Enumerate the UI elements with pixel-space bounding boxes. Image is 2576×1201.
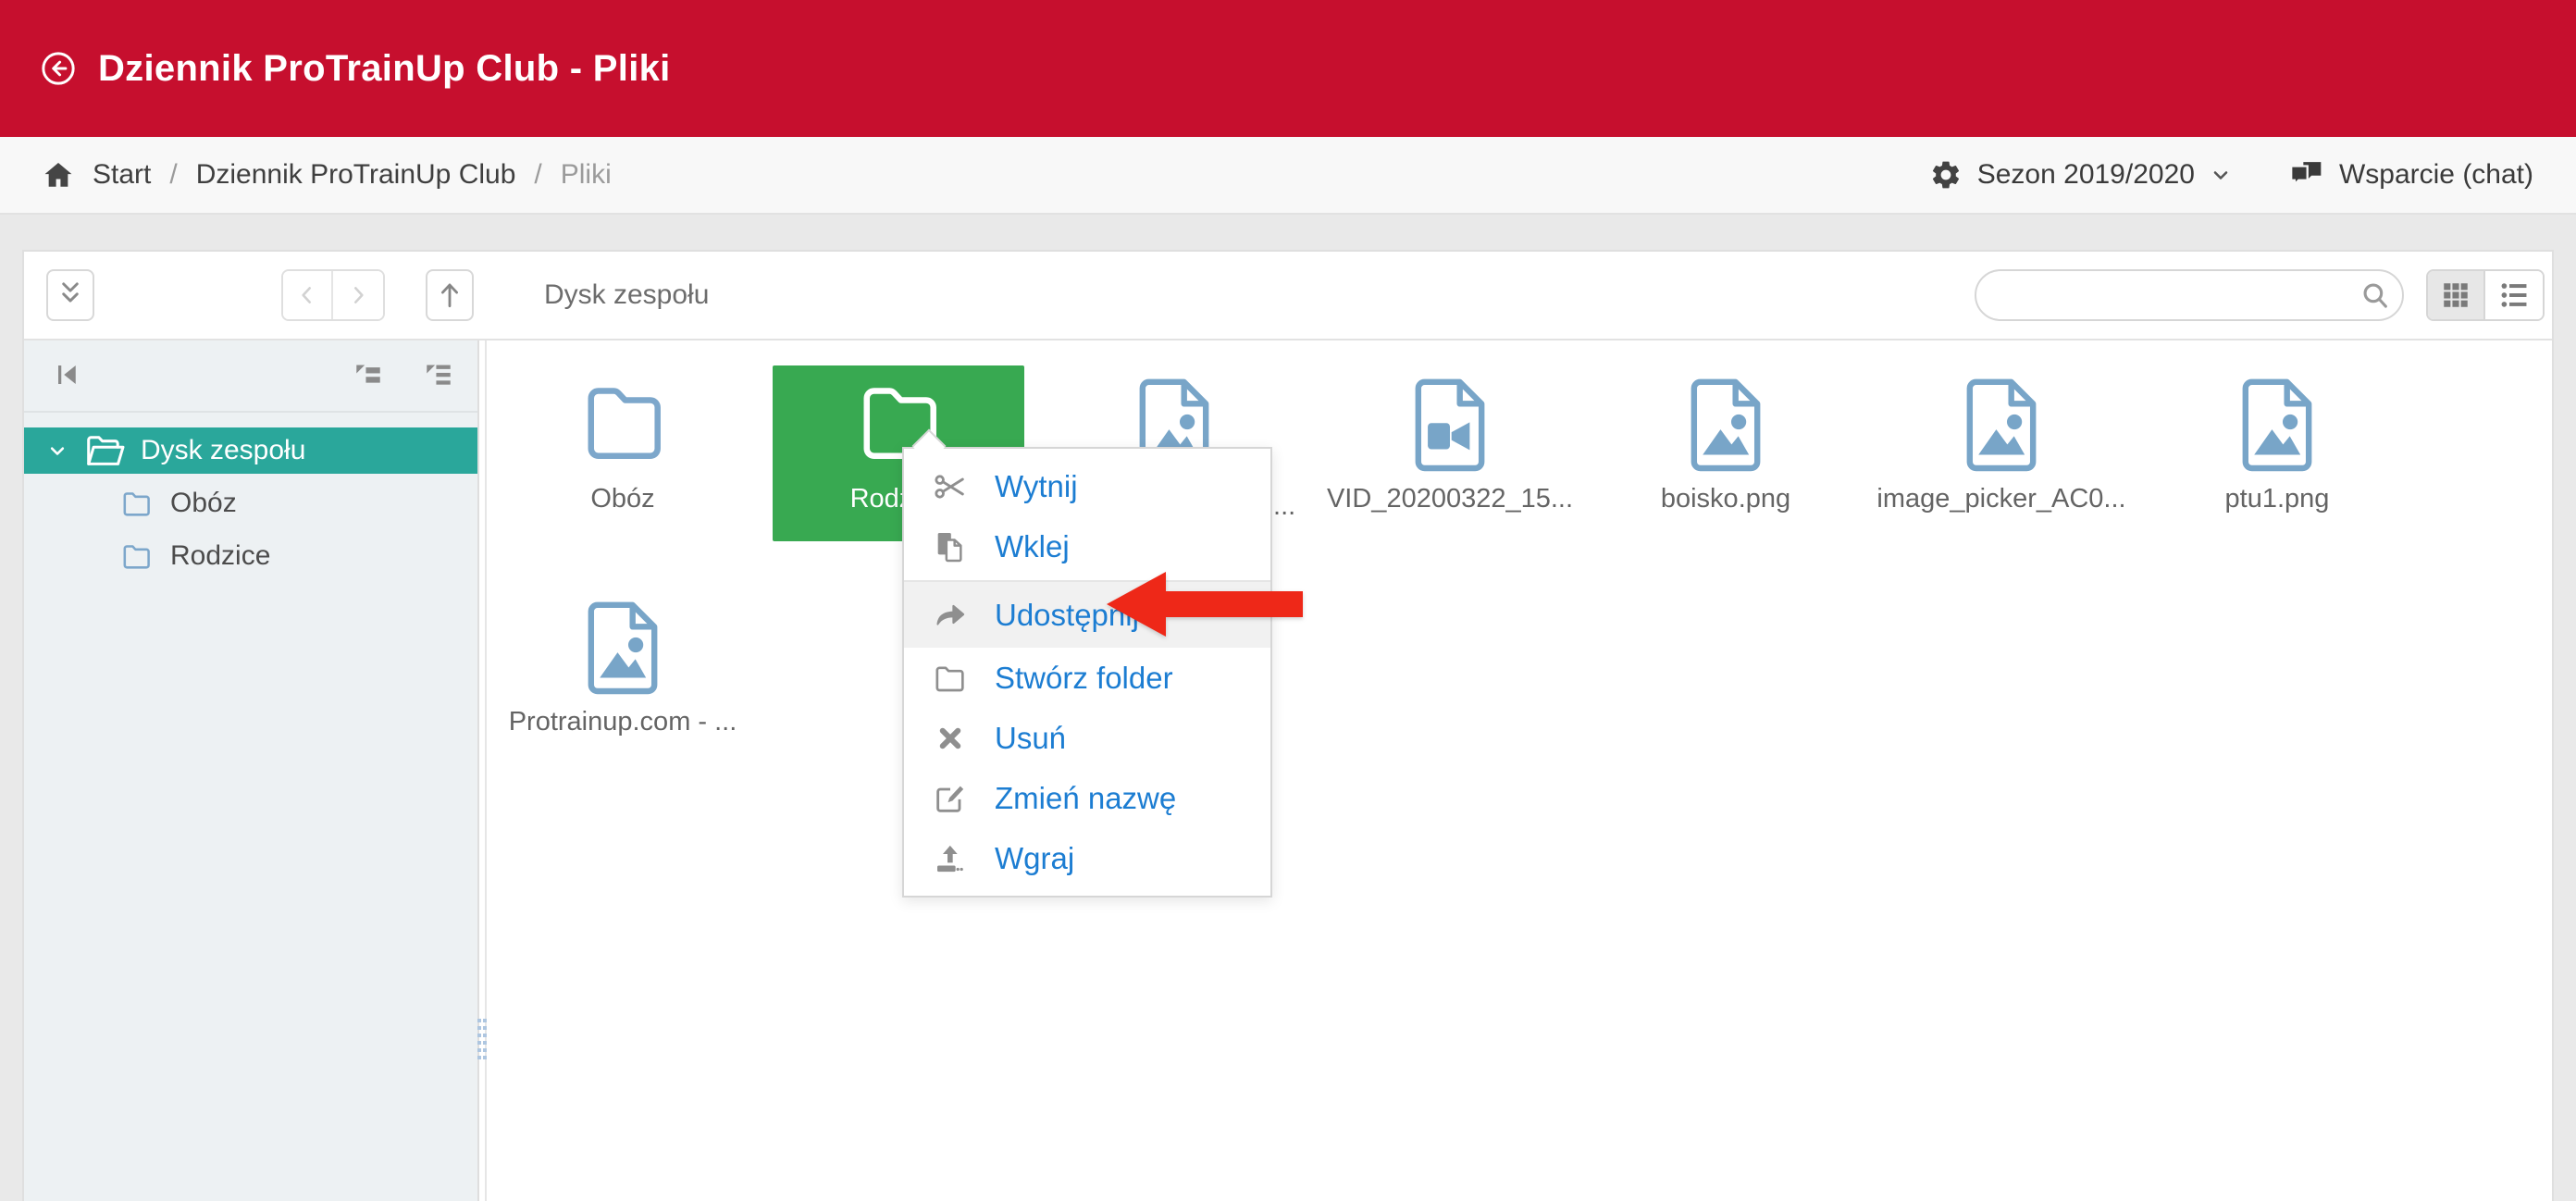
tree-item-label: Dysk zespołu <box>141 435 305 466</box>
folder-icon <box>118 487 155 520</box>
rename-icon <box>930 780 971 817</box>
menu-item-zmien-nazwe[interactable]: Zmień nazwę <box>904 768 1270 828</box>
app-header: Dziennik ProTrainUp Club - Pliki <box>0 0 2576 137</box>
history-nav-group <box>281 269 385 321</box>
scissors-icon <box>930 468 971 505</box>
tree-collapse-all-icon[interactable] <box>353 363 383 393</box>
tree-item-label: Rodzice <box>170 540 270 572</box>
grid-item-image-protrainup[interactable]: Protrainup.com - ... <box>497 588 749 737</box>
breadcrumb-separator: / <box>169 159 177 191</box>
topbar-right: Sezon 2019/2020 Wsparcie (chat) <box>1929 158 2533 192</box>
breadcrumb-item-start[interactable]: Start <box>93 159 151 191</box>
season-selector[interactable]: Sezon 2019/2020 <box>1929 158 2232 192</box>
season-label: Sezon 2019/2020 <box>1977 159 2195 191</box>
file-label: Protrainup.com - ... <box>497 707 749 737</box>
file-label: ptu1.png <box>2151 484 2403 514</box>
file-label: VID_20200322_15... <box>1324 484 1576 514</box>
view-toggle-group <box>2426 269 2545 321</box>
menu-item-wgraj[interactable]: Wgraj <box>904 828 1270 888</box>
fm-body: Dysk zespołu Obóz <box>24 339 2552 1201</box>
upload-icon <box>930 840 971 877</box>
gear-icon <box>1929 158 1963 192</box>
search-icon[interactable] <box>2348 279 2402 311</box>
file-label: Obóz <box>497 484 749 514</box>
grid-item-image-imagepicker[interactable]: image_picker_AC0... <box>1876 365 2127 514</box>
breadcrumb: Start / Dziennik ProTrainUp Club / Pliki <box>43 159 612 191</box>
fm-toolbar: Dysk zespołu <box>24 252 2552 339</box>
menu-item-label: Usuń <box>995 721 1066 756</box>
back-button[interactable] <box>283 271 333 319</box>
file-label: boisko.png <box>1600 484 1852 514</box>
search-input[interactable] <box>1976 280 2348 310</box>
menu-item-label: Wgraj <box>995 841 1074 876</box>
menu-item-label: Zmień nazwę <box>995 781 1176 816</box>
menu-item-label: Wytnij <box>995 469 1078 504</box>
home-icon[interactable] <box>43 159 74 191</box>
image-file-icon <box>497 588 749 701</box>
expand-all-button[interactable] <box>46 269 94 321</box>
grid-item-image-ptu1[interactable]: ptu1.png <box>2151 365 2403 514</box>
file-label: image_picker_AC0... <box>1876 484 2127 514</box>
folder-icon <box>118 539 155 573</box>
menu-item-wytnij[interactable]: Wytnij <box>904 456 1270 516</box>
image-file-icon <box>1600 365 1852 478</box>
back-circle-icon[interactable] <box>41 51 76 86</box>
grid-item-video-vid20200322[interactable]: VID_20200322_15... <box>1324 365 1576 514</box>
file-grid-area: Obóz Rodzice <box>485 340 2552 1201</box>
menu-item-label: Stwórz folder <box>995 661 1173 696</box>
support-chat-link[interactable]: Wsparcie (chat) <box>2289 159 2533 191</box>
new-folder-icon <box>930 660 971 697</box>
breadcrumb-item-pliki: Pliki <box>561 159 612 191</box>
grid-item-image-boisko[interactable]: boisko.png <box>1600 365 1852 514</box>
tree-expand-all-icon[interactable] <box>424 363 453 393</box>
video-file-icon <box>1324 365 1576 478</box>
collapse-sidebar-icon[interactable] <box>54 361 81 393</box>
sidebar-header <box>24 340 477 413</box>
tree-item-label: Obóz <box>170 488 237 519</box>
folder-tree-sidebar: Dysk zespołu Obóz <box>24 340 479 1201</box>
support-label: Wsparcie (chat) <box>2339 159 2533 191</box>
sidebar-resize-handle[interactable] <box>477 1015 487 1059</box>
arrow-up-icon <box>437 279 463 311</box>
x-icon <box>930 722 971 755</box>
folder-tree: Dysk zespołu Obóz <box>24 413 477 579</box>
menu-item-stworz-folder[interactable]: Stwórz folder <box>904 648 1270 708</box>
grid-view-icon <box>2440 279 2471 311</box>
grid-item-folder-oboz[interactable]: Obóz <box>497 365 749 514</box>
open-folder-icon <box>85 433 126 468</box>
share-icon <box>930 597 971 634</box>
forward-button[interactable] <box>333 271 383 319</box>
chevron-down-icon[interactable] <box>44 438 70 464</box>
breadcrumb-bar: Start / Dziennik ProTrainUp Club / Pliki… <box>0 137 2576 215</box>
tree-item-oboz[interactable]: Obóz <box>24 480 477 526</box>
grid-view-button[interactable] <box>2428 271 2485 319</box>
double-chevron-down-icon <box>56 279 84 311</box>
chat-icon <box>2289 159 2324 191</box>
file-manager-panel: Dysk zespołu <box>22 250 2554 1201</box>
context-menu: Wytnij Wklej Udostępnij Stwórz folder <box>902 447 1272 898</box>
chevron-down-icon <box>2210 164 2232 186</box>
image-file-icon <box>2151 365 2403 478</box>
folder-icon <box>497 365 749 478</box>
menu-item-usun[interactable]: Usuń <box>904 708 1270 768</box>
list-view-icon <box>2498 279 2530 311</box>
red-annotation-arrow <box>1107 566 1303 642</box>
list-view-button[interactable] <box>2485 271 2543 319</box>
menu-item-label: Wklej <box>995 529 1070 564</box>
breadcrumb-item-club[interactable]: Dziennik ProTrainUp Club <box>196 159 516 191</box>
image-file-icon <box>1876 365 2127 478</box>
breadcrumb-separator: / <box>534 159 541 191</box>
page-title: Dziennik ProTrainUp Club - Pliki <box>98 48 671 90</box>
paste-icon <box>930 528 971 565</box>
search-box <box>1975 269 2404 321</box>
tree-item-rodzice[interactable]: Rodzice <box>24 533 477 579</box>
up-directory-button[interactable] <box>426 269 474 321</box>
current-location-label: Dysk zespołu <box>544 252 709 339</box>
tree-item-dysk-zespolu[interactable]: Dysk zespołu <box>24 427 477 474</box>
